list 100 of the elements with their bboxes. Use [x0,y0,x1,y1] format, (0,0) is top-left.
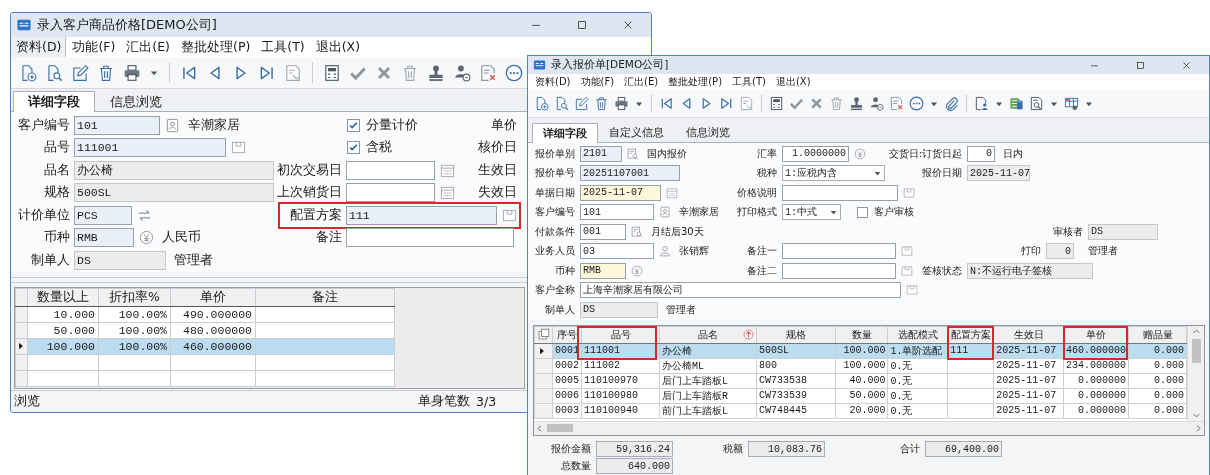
input-field[interactable]: 20251107001 [580,165,680,182]
close-icon[interactable] [622,19,634,31]
column-header[interactable]: 赠品量 [1128,326,1187,343]
input-field[interactable]: DS [1088,223,1158,240]
printer-icon[interactable] [614,96,629,111]
input-field[interactable]: 111 [346,205,497,225]
trash-icon[interactable] [401,63,419,82]
document-preview-icon[interactable] [1029,96,1044,111]
menu-item[interactable]: 整批处理(P) [663,74,728,90]
more-icon[interactable] [505,63,523,82]
table-row[interactable]: 100.000 100.00% 460.000000 [15,338,395,354]
search-icon[interactable] [631,225,643,238]
contact-card-icon[interactable] [165,117,180,133]
menu-item[interactable]: 整批处理(P) [176,36,256,58]
input-field[interactable]: RMB [580,262,626,279]
form-icon[interactable] [769,96,784,111]
user-stamp-icon[interactable] [869,96,884,111]
input-field[interactable]: 03 [580,243,654,260]
menu-item[interactable]: 资料(D) [530,74,576,90]
last-record-icon[interactable] [719,96,734,111]
delete-icon[interactable] [97,63,115,82]
checkbox[interactable] [857,206,868,218]
column-header[interactable]: 数量 [835,326,888,343]
table-corner-icon[interactable] [537,328,550,341]
document-cancel-icon[interactable] [889,96,904,111]
cross-icon[interactable] [809,96,824,111]
input-field[interactable]: 2101 [580,145,622,162]
new-document-icon[interactable] [534,96,549,111]
calendar-icon[interactable] [440,185,455,201]
menu-item[interactable]: 退出(X) [310,36,365,58]
input-field[interactable] [782,243,896,260]
vertical-scrollbar[interactable] [1187,325,1204,421]
sort-icon[interactable] [742,329,754,340]
trash-icon[interactable] [829,96,844,111]
stamp-icon[interactable] [427,63,445,82]
input-field[interactable]: 500SL [74,183,274,203]
input-field[interactable]: 办公椅 [74,160,274,180]
new-document-icon[interactable] [19,63,37,82]
first-record-icon[interactable] [659,96,674,111]
input-field[interactable]: DS [580,301,658,318]
input-field[interactable] [782,262,896,279]
table-row[interactable]: 0001 111001 办公椅 500SL 100.000 1.单阶选配 111 2025-11-07 460.000000 0.000 [534,343,1187,358]
paperclip-icon[interactable] [944,96,959,111]
table-row[interactable]: 10.000 100.00% 490.000000 [15,306,395,322]
database-icon[interactable] [1009,96,1024,111]
document-search-icon[interactable] [554,96,569,111]
input-field[interactable]: DS [74,250,166,270]
scrollbar-thumb[interactable] [1191,338,1201,363]
input-field[interactable] [782,184,898,201]
delete-icon[interactable] [594,96,609,111]
column-header[interactable]: 单价 [170,288,256,306]
checkbox[interactable] [347,141,360,155]
horizontal-scrollbar[interactable] [534,420,1204,435]
menu-item[interactable]: 汇出(E) [121,36,175,58]
input-field[interactable]: 2025-11-07 [580,184,661,201]
scrollbar-thumb[interactable] [547,424,573,432]
grid-settings-icon[interactable] [1064,96,1079,111]
person-icon[interactable] [659,245,671,258]
currency-icon[interactable] [139,230,154,246]
search-icon[interactable] [627,147,639,160]
checkbox[interactable] [347,118,360,132]
printer-icon[interactable] [123,63,141,82]
input-field[interactable]: N:不运行电子签核 [967,262,1093,279]
swap-icon[interactable] [137,207,152,223]
document-search-icon[interactable] [45,63,63,82]
input-field[interactable] [346,183,435,203]
column-header[interactable]: 选配模式 [887,326,948,343]
tab[interactable]: 自定义信息 [598,123,675,142]
input-field[interactable]: RMB [74,228,134,248]
close-icon[interactable] [1180,59,1192,71]
maximize-icon[interactable] [1134,59,1146,71]
stamp-icon[interactable] [849,96,864,111]
column-header[interactable]: 品名 [659,326,757,343]
input-field[interactable]: PCS [74,205,132,225]
column-header[interactable]: 规格 [756,326,836,343]
column-header[interactable]: 生效日 [993,326,1064,343]
calendar-icon[interactable] [440,162,455,178]
document-view-icon[interactable] [739,96,754,111]
checkmark-icon[interactable] [789,96,804,111]
dropdown[interactable]: 1:中式 [782,204,841,221]
input-field[interactable]: 001 [580,223,626,240]
column-header[interactable]: 备注 [255,288,395,306]
tab[interactable]: 详细字段 [532,123,598,143]
menu-item[interactable]: 功能(F) [575,74,620,90]
table-row[interactable]: 50.000 100.00% 480.000000 [15,322,395,338]
form-icon[interactable] [323,63,341,82]
menu-item[interactable]: 功能(F) [67,36,121,58]
lookup-icon[interactable] [231,140,246,156]
input-field[interactable]: 101 [74,115,160,135]
tab[interactable]: 详细字段 [13,91,95,112]
document-cancel-icon[interactable] [479,63,497,82]
input-field[interactable] [346,160,435,180]
edit-icon[interactable] [71,63,89,82]
input-field[interactable]: 2025-11-07 [967,165,1030,182]
currency-icon[interactable] [854,147,866,160]
user-stamp-icon[interactable] [453,63,471,82]
document-user-icon[interactable] [974,96,989,111]
table-row[interactable]: 0002 111002 办公椅ML 800 100.000 0.无 2025-11-07 234.000000 0.000 [534,358,1187,373]
table-row[interactable]: 0006 110100980 后门上车踏板R CW733539 50.000 0.无 2025-11-07 0.000000 0.000 [534,388,1187,403]
currency-icon[interactable] [631,264,643,277]
